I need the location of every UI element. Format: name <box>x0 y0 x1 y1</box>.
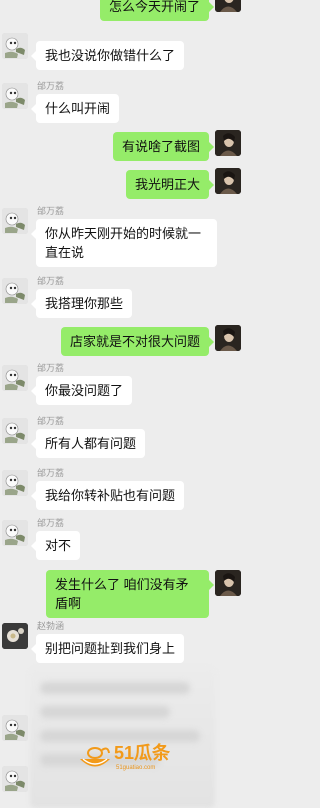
outgoing-avatar-icon[interactable] <box>215 0 241 12</box>
watermark: 51瓜条 51guatiao.com <box>78 742 188 776</box>
incoming-message-bubble[interactable]: 我也没说你做错什么了 <box>30 41 185 70</box>
sender-name: 邰万荔 <box>37 363 65 373</box>
outgoing-message-bubble[interactable]: 有说啥了截图 <box>112 132 215 161</box>
incoming-avatar-icon[interactable] <box>2 33 28 59</box>
blurred-line <box>40 730 200 742</box>
outgoing-avatar-icon[interactable] <box>215 570 241 596</box>
watermark-text: 51瓜条 <box>114 743 171 763</box>
incoming-avatar-icon[interactable] <box>2 766 28 792</box>
incoming-avatar-icon[interactable] <box>2 470 28 496</box>
incoming-avatar-icon[interactable] <box>2 83 28 109</box>
incoming-message-bubble[interactable]: 我搭理你那些 <box>30 289 133 318</box>
incoming-avatar-icon[interactable] <box>2 715 28 741</box>
sender-name: 邰万荔 <box>37 206 65 216</box>
outgoing-avatar-icon[interactable] <box>215 325 241 351</box>
incoming-message-bubble[interactable]: 我给你转补贴也有问题 <box>30 481 185 510</box>
incoming-message-bubble[interactable]: 你最没问题了 <box>30 376 133 405</box>
incoming-avatar-icon[interactable] <box>2 418 28 444</box>
incoming-avatar-icon[interactable] <box>2 365 28 391</box>
incoming-avatar-icon[interactable] <box>2 278 28 304</box>
incoming-avatar-icon[interactable] <box>2 520 28 546</box>
third-avatar-icon[interactable] <box>2 623 28 649</box>
outgoing-avatar-icon[interactable] <box>215 130 241 156</box>
watermark-url: 51guatiao.com <box>116 765 156 771</box>
outgoing-message-bubble[interactable]: 我光明正大 <box>125 170 215 199</box>
sender-name: 邰万荔 <box>37 276 65 286</box>
sender-name: 邰万荔 <box>37 468 65 478</box>
incoming-message-bubble[interactable]: 所有人都有问题 <box>30 429 146 458</box>
sender-name: 赵勃涵 <box>37 621 65 631</box>
incoming-message-bubble[interactable]: 什么叫开闹 <box>30 94 120 123</box>
incoming-message-bubble[interactable]: 你从昨天刚开始的时候就一直在说 <box>31 219 217 267</box>
outgoing-avatar-icon[interactable] <box>215 168 241 194</box>
chat-window: 怎么今天开闹了 我也没说你做错什么了 邰万荔 什么叫开闹 有说啥了截图 我光明正… <box>0 0 245 808</box>
sender-name: 邰万荔 <box>37 81 65 91</box>
outgoing-message-bubble[interactable]: 发生什么了 咱们没有矛盾啊 <box>46 570 214 618</box>
outgoing-message-bubble[interactable]: 怎么今天开闹了 <box>99 0 215 21</box>
sender-name: 邰万荔 <box>37 416 65 426</box>
blurred-line <box>40 706 170 718</box>
incoming-avatar-icon[interactable] <box>2 208 28 234</box>
watermark-logo-icon <box>80 747 110 767</box>
incoming-message-bubble[interactable]: 对不 <box>30 531 81 560</box>
incoming-message-bubble[interactable]: 别把问题扯到我们身上 <box>30 634 185 663</box>
outgoing-message-bubble[interactable]: 店家就是不对很大问题 <box>60 327 215 356</box>
sender-name: 邰万荔 <box>37 518 65 528</box>
blurred-line <box>40 682 190 694</box>
